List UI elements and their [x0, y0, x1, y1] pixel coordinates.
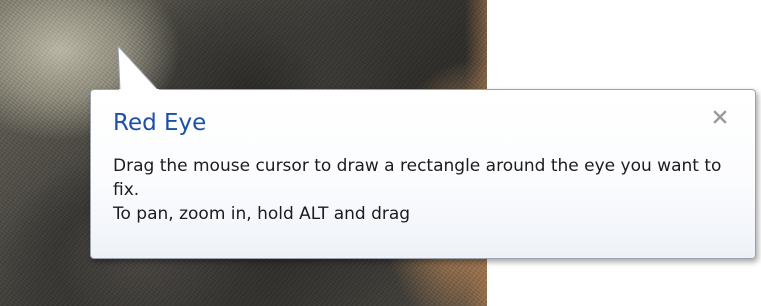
callout-pointer-shape	[117, 44, 160, 93]
red-eye-callout: Red Eye Drag the mouse cursor to draw a …	[90, 89, 756, 259]
red-eye-tool-view: Red Eye Drag the mouse cursor to draw a …	[0, 0, 761, 306]
callout-instruction-line: Drag the mouse cursor to draw a rectangl…	[113, 156, 722, 200]
callout-instruction-line: To pan, zoom in, hold ALT and drag	[113, 204, 411, 224]
close-icon[interactable]	[711, 108, 729, 126]
callout-title: Red Eye	[113, 110, 207, 136]
callout-body: Drag the mouse cursor to draw a rectangl…	[113, 154, 745, 226]
